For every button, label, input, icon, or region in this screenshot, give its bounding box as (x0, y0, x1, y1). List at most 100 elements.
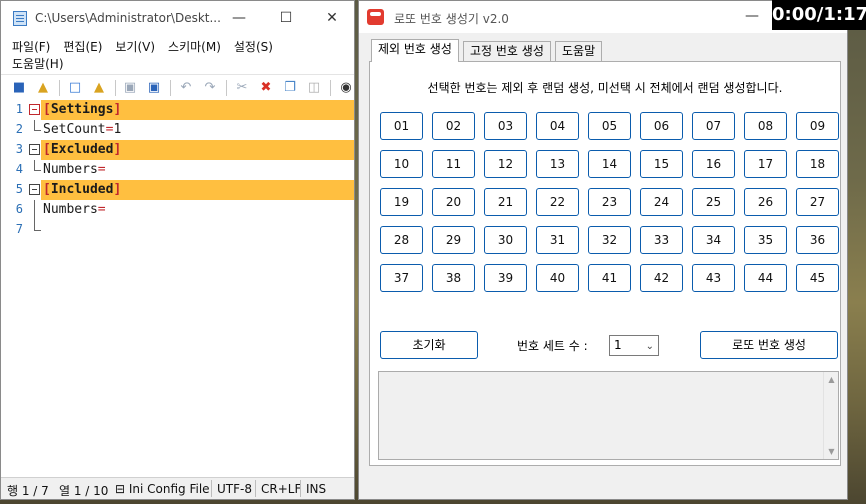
number-button[interactable]: 04 (536, 112, 579, 140)
vertical-scrollbar[interactable]: ▲ ▼ (823, 372, 838, 459)
tab-help[interactable]: 도움말 (555, 41, 603, 61)
number-button[interactable]: 37 (380, 264, 423, 292)
tab-fixed[interactable]: 고정 번호 생성 (463, 41, 551, 61)
open-file-icon[interactable]: ▲ (91, 80, 107, 96)
number-button[interactable]: 30 (484, 226, 527, 254)
chevron-down-icon: ⌄ (645, 341, 654, 352)
number-button[interactable]: 42 (640, 264, 683, 292)
toolbar-separator (330, 80, 331, 96)
number-button[interactable]: 36 (796, 226, 839, 254)
number-button[interactable]: 11 (432, 150, 475, 178)
number-button[interactable]: 28 (380, 226, 423, 254)
status-mode[interactable]: INS (306, 482, 326, 496)
editor-line: 5 [Included] (1, 180, 354, 200)
number-button[interactable]: 08 (744, 112, 787, 140)
redo-icon[interactable]: ↷ (202, 80, 218, 96)
fold-toggle-icon[interactable] (29, 144, 40, 155)
menu-item[interactable]: 스키마(M) (168, 38, 221, 55)
editor-line: 4 Numbers= (1, 160, 354, 180)
number-button[interactable]: 18 (796, 150, 839, 178)
new-window-icon[interactable]: ■ (11, 80, 27, 96)
number-button[interactable]: 01 (380, 112, 423, 140)
toolbar-separator (115, 80, 116, 96)
status-encoding[interactable]: UTF-8 (217, 482, 252, 496)
number-button[interactable]: 05 (588, 112, 631, 140)
fold-toggle-icon[interactable] (29, 184, 40, 195)
menu-row-1: 파일(F) 편집(E) 보기(V) 스키마(M) 설정(S) (12, 38, 273, 55)
result-output[interactable]: ▲ ▼ (378, 371, 839, 460)
menu-item[interactable]: 보기(V) (115, 38, 155, 55)
lotto-title: 로또 번호 생성기 v2.0 (394, 12, 509, 26)
minimize-icon[interactable]: — (216, 1, 262, 35)
menu-item[interactable]: 도움말(H) (12, 55, 64, 72)
number-button[interactable]: 29 (432, 226, 475, 254)
number-button[interactable]: 20 (432, 188, 475, 216)
number-button[interactable]: 09 (796, 112, 839, 140)
number-button[interactable]: 24 (640, 188, 683, 216)
number-button[interactable]: 22 (536, 188, 579, 216)
number-button[interactable]: 23 (588, 188, 631, 216)
section-header: [Included] (43, 182, 122, 197)
paste-icon[interactable]: ◫ (306, 80, 322, 96)
reset-button[interactable]: 초기화 (380, 331, 478, 359)
number-button[interactable]: 13 (536, 150, 579, 178)
menu-item[interactable]: 파일(F) (12, 38, 50, 55)
new-file-icon[interactable]: □ (67, 80, 83, 96)
number-button[interactable]: 15 (640, 150, 683, 178)
copy-icon[interactable]: ❐ (282, 80, 298, 96)
number-button[interactable]: 31 (536, 226, 579, 254)
notepad-titlebar[interactable]: C:\Users\Administrator\Deskt... — ☐ ✕ (1, 1, 354, 35)
set-count-select[interactable]: 1 ⌄ (609, 335, 659, 356)
editor-area[interactable]: 1 [Settings] 2 SetCount=1 3 [Excluded] 4… (1, 100, 354, 478)
number-button[interactable]: 45 (796, 264, 839, 292)
toolbar-separator (226, 80, 227, 96)
number-button[interactable]: 34 (692, 226, 735, 254)
maximize-icon[interactable]: ☐ (263, 1, 309, 35)
cut-icon[interactable]: ✂ (234, 80, 250, 96)
status-schema[interactable]: ⊟ Ini Config File (115, 482, 210, 496)
number-button[interactable]: 02 (432, 112, 475, 140)
scroll-down-icon[interactable]: ▼ (824, 444, 839, 459)
number-button[interactable]: 07 (692, 112, 735, 140)
number-button[interactable]: 32 (588, 226, 631, 254)
tab-exclude[interactable]: 제외 번호 생성 (371, 39, 459, 62)
delete-icon[interactable]: ✖ (258, 80, 274, 96)
status-eol[interactable]: CR+LF (261, 482, 301, 496)
number-button[interactable]: 41 (588, 264, 631, 292)
number-button[interactable]: 21 (484, 188, 527, 216)
toolbar-separator (170, 80, 171, 96)
line-number: 1 (15, 102, 23, 116)
undo-icon[interactable]: ↶ (178, 80, 194, 96)
number-button[interactable]: 27 (796, 188, 839, 216)
number-button[interactable]: 03 (484, 112, 527, 140)
number-button[interactable]: 16 (692, 150, 735, 178)
number-button[interactable]: 19 (380, 188, 423, 216)
generate-button[interactable]: 로또 번호 생성 (700, 331, 838, 359)
save-icon[interactable]: ▣ (122, 80, 138, 96)
set-count-label: 번호 세트 수 : (517, 339, 588, 353)
number-button[interactable]: 44 (744, 264, 787, 292)
find-icon[interactable]: ◉ (338, 80, 354, 96)
number-button[interactable]: 40 (536, 264, 579, 292)
number-button[interactable]: 26 (744, 188, 787, 216)
number-button[interactable]: 10 (380, 150, 423, 178)
number-button[interactable]: 35 (744, 226, 787, 254)
menu-item[interactable]: 설정(S) (234, 38, 273, 55)
number-button[interactable]: 17 (744, 150, 787, 178)
menu-item[interactable]: 편집(E) (63, 38, 102, 55)
number-button[interactable]: 25 (692, 188, 735, 216)
number-button[interactable]: 12 (484, 150, 527, 178)
close-icon[interactable]: ✕ (309, 1, 355, 35)
section-header: [Settings] (43, 102, 122, 117)
open-folder-icon[interactable]: ▲ (35, 80, 51, 96)
number-button[interactable]: 14 (588, 150, 631, 178)
number-button[interactable]: 43 (692, 264, 735, 292)
save-as-icon[interactable]: ▣ (146, 80, 162, 96)
number-button[interactable]: 39 (484, 264, 527, 292)
number-button[interactable]: 38 (432, 264, 475, 292)
scroll-up-icon[interactable]: ▲ (824, 372, 839, 387)
fold-toggle-icon[interactable] (29, 104, 40, 115)
minimize-icon[interactable]: — (729, 1, 775, 33)
number-button[interactable]: 06 (640, 112, 683, 140)
number-button[interactable]: 33 (640, 226, 683, 254)
